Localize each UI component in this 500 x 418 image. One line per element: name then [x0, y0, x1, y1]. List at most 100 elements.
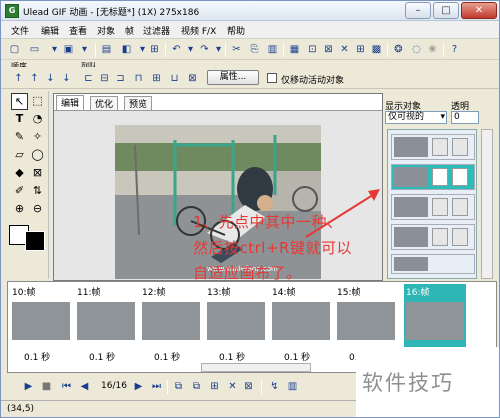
- insert-frame-icon[interactable]: ⊞: [207, 379, 222, 394]
- magic-wand-icon[interactable]: ✧: [29, 129, 46, 146]
- add-image-icon[interactable]: ▤: [99, 42, 114, 57]
- object-item[interactable]: [391, 134, 475, 160]
- help-icon[interactable]: ?: [447, 42, 462, 57]
- dropdown-arrow-icon[interactable]: ▾: [77, 42, 92, 57]
- last-frame-icon[interactable]: ⏭: [149, 379, 164, 394]
- stop-icon[interactable]: ■: [39, 379, 54, 394]
- add-frame-icon[interactable]: ◧: [119, 42, 134, 57]
- transform-icon[interactable]: ✕: [337, 42, 352, 57]
- properties-button[interactable]: 属性...: [207, 70, 259, 85]
- tab-optimize[interactable]: 优化: [90, 96, 119, 110]
- align-bottom-icon[interactable]: ⊔: [167, 71, 182, 86]
- previous-frame-icon[interactable]: ◀: [77, 379, 92, 394]
- object-item[interactable]: [391, 224, 475, 250]
- align-canvas-icon[interactable]: ⊠: [185, 71, 200, 86]
- object-visibility-box[interactable]: [432, 138, 448, 156]
- object-item[interactable]: [391, 254, 475, 274]
- menu-object[interactable]: 对象: [97, 24, 115, 37]
- send-backward-icon[interactable]: ↓: [43, 71, 58, 86]
- frame-item[interactable]: 11:帧 0.1 秒: [75, 284, 137, 370]
- dropdown-arrow-icon[interactable]: ▾: [183, 42, 198, 57]
- first-frame-icon[interactable]: ⏮: [59, 379, 74, 394]
- brush-tool-icon[interactable]: ✎: [11, 129, 28, 146]
- tween-icon[interactable]: ⊠: [241, 379, 256, 394]
- object-visibility-box[interactable]: [432, 198, 448, 216]
- minimize-button[interactable]: –: [405, 2, 431, 19]
- paste-icon[interactable]: ▥: [265, 42, 280, 57]
- object-lock-box[interactable]: [452, 198, 468, 216]
- object-list-scrollbar[interactable]: [481, 129, 493, 279]
- fill-tool-icon[interactable]: ◆: [11, 165, 28, 182]
- grid-icon[interactable]: ⊞: [353, 42, 368, 57]
- dropdown-arrow-icon[interactable]: ▾: [211, 42, 226, 57]
- import-icon[interactable]: ⊞: [147, 42, 162, 57]
- save-icon[interactable]: ▣: [61, 42, 76, 57]
- copy-icon[interactable]: ⎘: [247, 42, 262, 57]
- menu-frame[interactable]: 帧: [125, 24, 134, 37]
- lasso-tool-icon[interactable]: ◔: [29, 111, 46, 128]
- delete-frame-icon[interactable]: ✕: [225, 379, 240, 394]
- new-file-icon[interactable]: ▢: [7, 42, 22, 57]
- open-folder-icon[interactable]: ▭: [27, 42, 42, 57]
- frame-properties-icon[interactable]: ▦: [287, 42, 302, 57]
- frame-properties-icon[interactable]: ▥: [285, 379, 300, 394]
- next-frame-icon[interactable]: ▶: [131, 379, 146, 394]
- object-lock-box[interactable]: [452, 228, 468, 246]
- ellipse-tool-icon[interactable]: ◯: [29, 147, 46, 164]
- menu-file[interactable]: 文件: [11, 24, 29, 37]
- dropdown-arrow-icon[interactable]: ▾: [47, 42, 62, 57]
- send-back-icon[interactable]: ↓: [59, 71, 74, 86]
- transparency-input[interactable]: 0: [451, 111, 479, 124]
- menu-help[interactable]: 帮助: [227, 24, 245, 37]
- frame-item[interactable]: 14:帧 0.1 秒: [270, 284, 332, 370]
- frame-strip-scrollbar[interactable]: [201, 363, 311, 372]
- object-visibility-box[interactable]: [432, 168, 448, 186]
- clone-tool-icon[interactable]: ⊠: [29, 165, 46, 182]
- hand-tool-icon[interactable]: ⊖: [29, 201, 46, 218]
- play-icon[interactable]: ▶: [21, 379, 36, 394]
- line-tool-icon[interactable]: ⇅: [29, 183, 46, 200]
- menu-video-fx[interactable]: 视频 F/X: [181, 24, 216, 37]
- frame-item[interactable]: 10:帧 0.1 秒: [10, 284, 72, 370]
- align-top-icon[interactable]: ⊓: [131, 71, 146, 86]
- object-item-selected[interactable]: [391, 164, 475, 190]
- add-frame-icon[interactable]: ⧉: [171, 379, 186, 394]
- menu-view[interactable]: 查看: [69, 24, 87, 37]
- bring-front-icon[interactable]: ↑: [11, 71, 26, 86]
- resize-icon[interactable]: ⊠: [321, 42, 336, 57]
- duplicate-frame-icon[interactable]: ⧉: [189, 379, 204, 394]
- cut-icon[interactable]: ✂: [229, 42, 244, 57]
- foreground-color-swatch[interactable]: [25, 231, 45, 251]
- marquee-tool-icon[interactable]: ⬚: [29, 93, 46, 110]
- reverse-frames-icon[interactable]: ↯: [267, 379, 282, 394]
- maximize-button[interactable]: □: [433, 2, 459, 19]
- tab-edit[interactable]: 编辑: [56, 95, 85, 110]
- eraser-tool-icon[interactable]: ▱: [11, 147, 28, 164]
- close-button[interactable]: ✕: [461, 2, 497, 19]
- object-item[interactable]: [391, 194, 475, 220]
- align-right-icon[interactable]: ⊐: [113, 71, 128, 86]
- dropper-tool-icon[interactable]: ✐: [11, 183, 28, 200]
- pick-tool-icon[interactable]: ↖: [11, 93, 28, 110]
- bring-forward-icon[interactable]: ↑: [27, 71, 42, 86]
- move-active-only-checkbox[interactable]: [267, 73, 277, 83]
- object-lock-box[interactable]: [452, 168, 468, 186]
- zoom-tool-icon[interactable]: ⊕: [11, 201, 28, 218]
- tab-preview[interactable]: 预览: [124, 96, 153, 110]
- undo-icon[interactable]: ↶: [169, 42, 184, 57]
- frame-item[interactable]: 13:帧 0.1 秒: [205, 284, 267, 370]
- align-left-icon[interactable]: ⊏: [81, 71, 96, 86]
- align-middle-icon[interactable]: ⊞: [149, 71, 164, 86]
- object-visibility-box[interactable]: [432, 228, 448, 246]
- web-icon[interactable]: ❂: [391, 42, 406, 57]
- menu-filter[interactable]: 过滤器: [143, 24, 170, 37]
- text-tool-icon[interactable]: T: [11, 111, 28, 128]
- display-objects-select[interactable]: 仅可视的 ▾: [385, 111, 447, 124]
- object-lock-box[interactable]: [452, 138, 468, 156]
- align-center-icon[interactable]: ⊟: [97, 71, 112, 86]
- canvas-icon[interactable]: ▩: [369, 42, 384, 57]
- crop-icon[interactable]: ⊡: [305, 42, 320, 57]
- redo-icon[interactable]: ↷: [197, 42, 212, 57]
- menu-edit[interactable]: 编辑: [41, 24, 59, 37]
- frame-item[interactable]: 12:帧 0.1 秒: [140, 284, 202, 370]
